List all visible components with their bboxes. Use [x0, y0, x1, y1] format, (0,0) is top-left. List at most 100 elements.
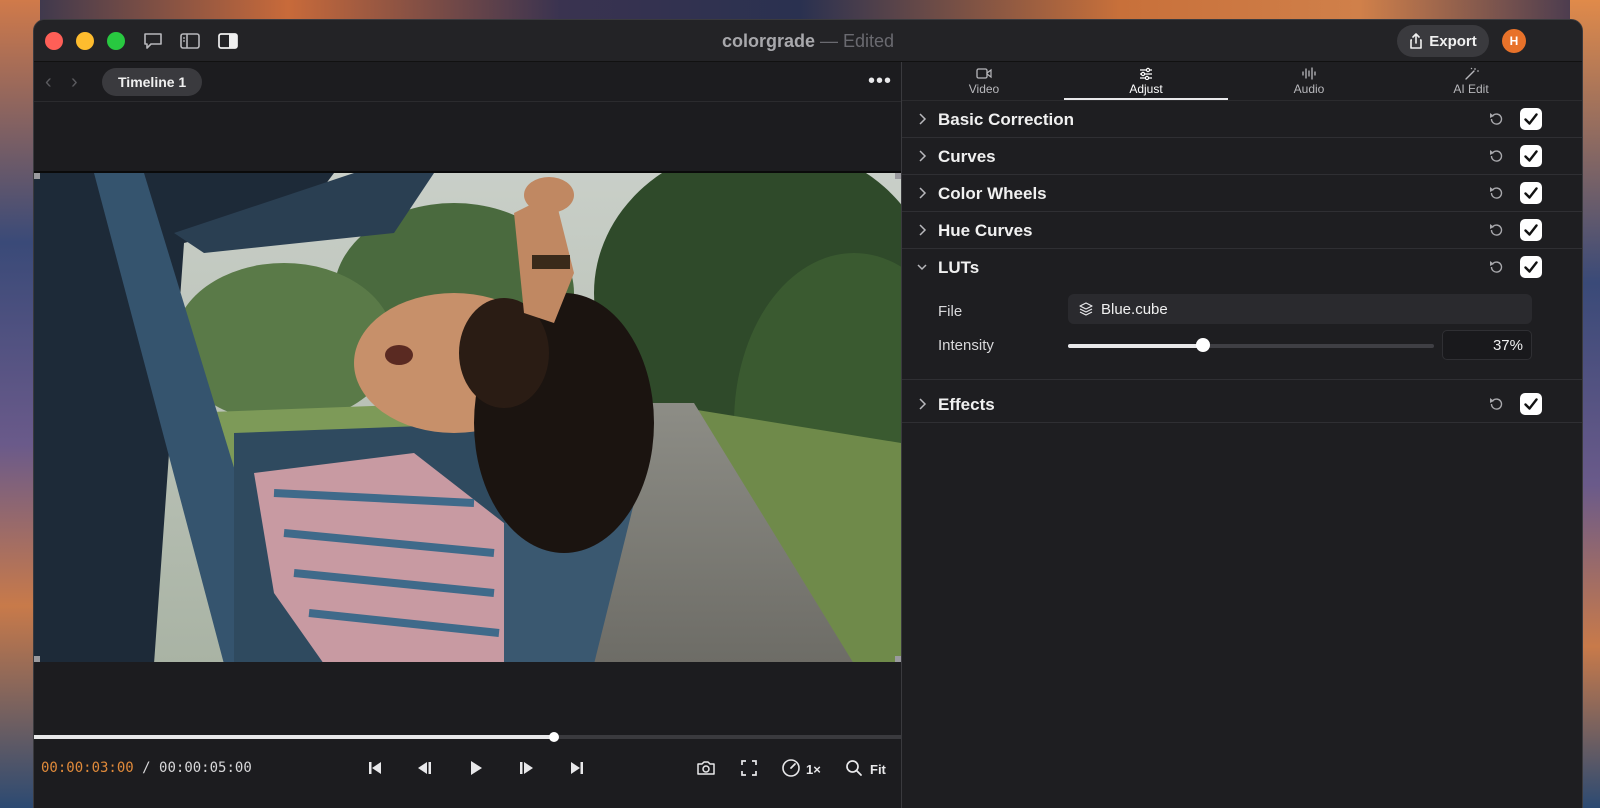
- transport-bar: 00:00:03:00 / 00:00:05:00 1× Fit: [34, 752, 901, 784]
- chat-bubble-icon[interactable]: [142, 31, 164, 51]
- desktop-wallpaper-top: [0, 0, 1600, 20]
- zoom-window-button[interactable]: [107, 32, 125, 50]
- playback-speed-label[interactable]: 1×: [806, 762, 821, 777]
- crop-handle-top-left[interactable]: [34, 173, 40, 179]
- snapshot-button[interactable]: [694, 756, 718, 780]
- zoom-button[interactable]: [842, 756, 866, 780]
- minimize-window-button[interactable]: [76, 32, 94, 50]
- section-color-wheels[interactable]: Color Wheels: [902, 175, 1582, 212]
- checkmark-icon: [1524, 398, 1538, 410]
- section-title: Curves: [938, 147, 996, 166]
- layers-icon: [1079, 302, 1093, 316]
- reset-icon[interactable]: [1487, 111, 1505, 129]
- tab-adjust[interactable]: Adjust: [1064, 62, 1228, 100]
- zoom-level-label[interactable]: Fit: [870, 762, 886, 777]
- video-frame-image: [34, 173, 901, 662]
- scrubber-progress: [34, 735, 555, 739]
- tab-audio[interactable]: Audio: [1227, 62, 1391, 100]
- viewer-toolbar: ‹ › Timeline 1 •••: [34, 62, 901, 102]
- viewer-pane: ‹ › Timeline 1 ••• 00:00:03:00 / 00:00:0…: [34, 62, 901, 808]
- section-title: Hue Curves: [938, 221, 1033, 240]
- intensity-slider-thumb[interactable]: [1196, 338, 1211, 352]
- fullscreen-icon: [741, 760, 757, 776]
- enable-checkbox[interactable]: [1520, 393, 1542, 415]
- play-button[interactable]: [464, 756, 488, 780]
- step-forward-icon: [520, 762, 533, 774]
- video-icon: [976, 68, 992, 79]
- file-label: File: [938, 303, 963, 320]
- play-icon: [471, 761, 482, 775]
- intensity-value-field[interactable]: 37%: [1442, 330, 1532, 360]
- magic-wand-icon: [1465, 67, 1479, 80]
- tab-audio-label: Audio: [1293, 82, 1325, 96]
- step-forward-button[interactable]: [515, 756, 539, 780]
- title-bar: colorgrade — Edited Export H: [34, 20, 1582, 62]
- reset-icon[interactable]: [1487, 259, 1505, 277]
- reset-icon[interactable]: [1487, 185, 1505, 203]
- checkmark-icon: [1524, 261, 1538, 273]
- waveform-icon: [1302, 67, 1316, 80]
- timecode-display: 00:00:03:00 / 00:00:05:00: [41, 760, 252, 776]
- crop-handle-bottom-left[interactable]: [34, 656, 40, 662]
- enable-checkbox[interactable]: [1520, 219, 1542, 241]
- chevron-right-icon[interactable]: [917, 397, 927, 411]
- playback-scrubber[interactable]: [34, 732, 901, 742]
- document-status: Edited: [843, 31, 895, 51]
- chevron-right-icon[interactable]: [917, 186, 927, 200]
- right-sidebar-toggle-icon[interactable]: [217, 31, 239, 51]
- enable-checkbox[interactable]: [1520, 108, 1542, 130]
- tab-ai-edit-label: AI Edit: [1453, 82, 1489, 96]
- export-button[interactable]: Export: [1397, 25, 1489, 57]
- close-window-button[interactable]: [45, 32, 63, 50]
- chevron-down-icon[interactable]: [917, 260, 927, 274]
- camera-icon: [697, 761, 715, 775]
- enable-checkbox[interactable]: [1520, 145, 1542, 167]
- lut-file-picker[interactable]: Blue.cube: [1068, 294, 1532, 324]
- section-luts[interactable]: LUTs: [902, 249, 1582, 286]
- sliders-icon: [1140, 67, 1152, 80]
- section-curves[interactable]: Curves: [902, 138, 1582, 175]
- section-basic-correction[interactable]: Basic Correction: [902, 101, 1582, 138]
- back-chevron-icon[interactable]: ‹: [45, 72, 61, 92]
- share-icon: [1410, 33, 1423, 49]
- enable-checkbox[interactable]: [1520, 182, 1542, 204]
- tab-video[interactable]: Video: [902, 62, 1066, 100]
- left-sidebar-toggle-icon[interactable]: [179, 31, 201, 51]
- intensity-label: Intensity: [938, 337, 994, 354]
- intensity-slider-fill: [1068, 344, 1204, 348]
- tab-video-label: Video: [968, 82, 1000, 96]
- tab-adjust-label: Adjust: [1129, 82, 1163, 96]
- reset-icon[interactable]: [1487, 396, 1505, 414]
- tab-ai-edit[interactable]: AI Edit: [1389, 62, 1553, 100]
- more-options-icon[interactable]: •••: [868, 70, 892, 93]
- section-hue-curves[interactable]: Hue Curves: [902, 212, 1582, 249]
- skip-to-start-icon: [369, 762, 381, 774]
- video-preview[interactable]: [34, 171, 901, 662]
- chevron-right-icon[interactable]: [917, 223, 927, 237]
- chevron-right-icon[interactable]: [917, 149, 927, 163]
- chevron-right-icon[interactable]: [917, 112, 927, 126]
- skip-to-start-button[interactable]: [363, 756, 387, 780]
- skip-to-end-button[interactable]: [565, 756, 589, 780]
- timecode-divider: /: [142, 760, 151, 776]
- section-effects[interactable]: Effects: [902, 386, 1582, 423]
- playback-speed-button[interactable]: [779, 756, 803, 780]
- app-window: colorgrade — Edited Export H ‹ › Timelin…: [33, 19, 1583, 808]
- avatar[interactable]: H: [1502, 29, 1526, 53]
- timeline-tab[interactable]: Timeline 1: [102, 68, 203, 96]
- intensity-slider[interactable]: [1068, 338, 1434, 352]
- enable-checkbox[interactable]: [1520, 256, 1542, 278]
- speedometer-icon: [782, 759, 800, 777]
- reset-icon[interactable]: [1487, 148, 1505, 166]
- current-time: 00:00:03:00: [41, 760, 134, 776]
- step-back-button[interactable]: [412, 756, 436, 780]
- step-back-icon: [418, 762, 431, 774]
- section-title: Effects: [938, 395, 995, 414]
- document-name: colorgrade: [721, 31, 815, 51]
- fullscreen-button[interactable]: [737, 756, 761, 780]
- scrubber-playhead[interactable]: [549, 732, 560, 742]
- reset-icon[interactable]: [1487, 222, 1505, 240]
- title-separator: —: [819, 31, 838, 51]
- forward-chevron-icon[interactable]: ›: [71, 72, 87, 92]
- checkmark-icon: [1524, 113, 1538, 125]
